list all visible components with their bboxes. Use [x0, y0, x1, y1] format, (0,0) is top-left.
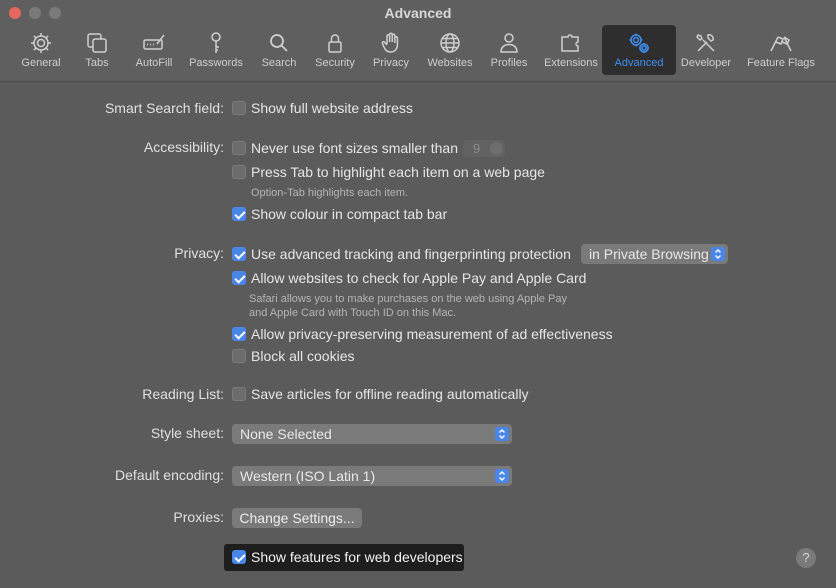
compact-tab-colour-option: Show colour in compact tab bar: [251, 206, 448, 222]
accessibility-label: Accessibility:: [143, 139, 224, 155]
apple-pay-checkbox[interactable]: [232, 271, 246, 285]
tab-label: Feature Flags: [747, 57, 815, 69]
hand-icon: [381, 32, 399, 53]
tab-feature-flags[interactable]: Feature Flags: [742, 25, 820, 75]
tab-general[interactable]: General: [14, 25, 68, 75]
style-sheet-value: None Selected: [240, 426, 332, 442]
block-cookies-checkbox[interactable]: [232, 349, 246, 363]
tab-label: Search: [261, 57, 297, 69]
key-icon: [211, 32, 221, 53]
tab-security[interactable]: Security: [310, 25, 360, 75]
block-cookies-option: Block all cookies: [251, 348, 355, 364]
tab-privacy[interactable]: Privacy: [368, 25, 414, 75]
tab-label: AutoFill: [135, 57, 173, 69]
font-size-value: 9: [473, 141, 481, 156]
puzzle-icon: [561, 34, 579, 52]
tab-label: Extensions: [544, 57, 598, 69]
default-encoding-label: Default encoding:: [115, 467, 224, 483]
tab-passwords[interactable]: Passwords: [186, 25, 246, 75]
gears-icon: [629, 33, 649, 53]
press-tab-checkbox[interactable]: [232, 165, 246, 179]
toolbar: Advanced General Tabs AutoFill Passwords…: [0, 0, 836, 82]
search-icon: [270, 34, 288, 52]
tab-search[interactable]: Search: [256, 25, 302, 75]
press-tab-note: Option-Tab highlights each item.: [251, 187, 409, 199]
tracking-protection-checkbox[interactable]: [232, 247, 246, 261]
press-tab-option: Press Tab to highlight each item on a we…: [251, 164, 545, 180]
change-settings-button[interactable]: Change Settings...: [232, 508, 362, 528]
default-encoding-popup[interactable]: Western (ISO Latin 1): [232, 466, 512, 486]
web-developer-features-checkbox[interactable]: [232, 550, 246, 564]
tab-developer[interactable]: Developer: [678, 25, 734, 75]
proxies-label: Proxies:: [173, 509, 224, 525]
tabs-icon: [87, 33, 107, 53]
chevron-down-icon: [490, 142, 503, 155]
tracking-protection-option: Use advanced tracking and fingerprinting…: [251, 246, 571, 262]
style-sheet-label: Style sheet:: [150, 425, 224, 441]
tab-label: Profiles: [490, 57, 528, 69]
tools-icon: [696, 34, 715, 52]
tab-label: Advanced: [614, 57, 664, 69]
tab-autofill[interactable]: AutoFill: [128, 25, 180, 75]
offline-reading-option: Save articles for offline reading automa…: [251, 386, 529, 402]
offline-reading-checkbox[interactable]: [232, 387, 246, 401]
tab-tabs[interactable]: Tabs: [74, 25, 120, 75]
tab-label: General: [21, 57, 61, 69]
window-title: Advanced: [384, 5, 452, 21]
tab-label: Developer: [680, 57, 732, 69]
reading-list-label: Reading List:: [142, 386, 224, 402]
ad-measurement-option: Allow privacy-preserving measurement of …: [251, 326, 613, 342]
tab-extensions[interactable]: Extensions: [540, 25, 602, 75]
show-full-address-option: Show full website address: [251, 100, 413, 116]
help-button[interactable]: ?: [796, 548, 816, 568]
person-icon: [500, 33, 518, 53]
min-font-size-checkbox[interactable]: [232, 141, 246, 155]
default-encoding-value: Western (ISO Latin 1): [240, 468, 376, 484]
apple-pay-note-line-2: and Apple Card with Touch ID on this Mac…: [249, 307, 457, 319]
web-developer-features-option: Show features for web developers: [251, 549, 463, 565]
tab-label: Tabs: [85, 57, 109, 69]
chevron-updown-icon: [711, 247, 725, 261]
chevron-updown-icon: [495, 427, 509, 441]
lock-icon: [328, 34, 342, 53]
apple-pay-note-line-1: Safari allows you to make purchases on t…: [249, 293, 567, 305]
tab-advanced[interactable]: Advanced: [602, 25, 676, 75]
style-sheet-popup[interactable]: None Selected: [232, 424, 512, 444]
tab-websites[interactable]: Websites: [422, 25, 478, 75]
smart-search-label: Smart Search field:: [104, 100, 224, 116]
tab-label: Websites: [427, 57, 473, 69]
tab-label: Privacy: [372, 57, 410, 69]
globe-icon: [440, 33, 460, 53]
show-full-address-checkbox[interactable]: [232, 101, 246, 115]
min-font-size-option: Never use font sizes smaller than: [251, 140, 458, 156]
tracking-protection-popup[interactable]: in Private Browsing: [581, 244, 728, 264]
autofill-icon: [143, 34, 165, 50]
chevron-updown-icon: [495, 469, 509, 483]
compact-tab-colour-checkbox[interactable]: [232, 207, 246, 221]
flags-icon: [770, 36, 792, 52]
tab-profiles[interactable]: Profiles: [484, 25, 534, 75]
privacy-label: Privacy:: [174, 245, 224, 261]
apple-pay-option: Allow websites to check for Apple Pay an…: [251, 270, 587, 286]
tab-label: Passwords: [189, 57, 243, 69]
gear-icon: [31, 33, 51, 53]
ad-measurement-checkbox[interactable]: [232, 327, 246, 341]
font-size-select[interactable]: 9: [463, 140, 505, 157]
tracking-protection-value: in Private Browsing: [589, 246, 709, 262]
tab-label: Security: [315, 57, 355, 69]
